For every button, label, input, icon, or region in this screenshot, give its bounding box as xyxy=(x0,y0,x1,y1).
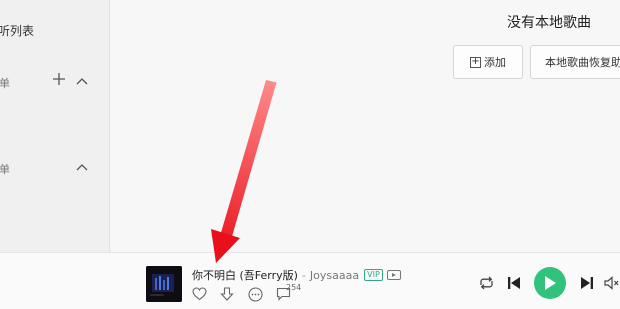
heart-icon[interactable] xyxy=(190,285,208,303)
song-artist[interactable]: Joysaaaa xyxy=(310,269,359,282)
next-track-icon[interactable] xyxy=(578,275,596,291)
chevron-up-icon[interactable] xyxy=(76,74,88,89)
comment-count: 254 xyxy=(286,283,302,292)
vip-badge: VIP xyxy=(364,269,383,281)
sidebar-item-created-playlists[interactable]: 歌单 xyxy=(0,75,10,91)
sidebar-item-collected-playlists[interactable]: 歌单 xyxy=(0,161,10,177)
song-info: 你不明白 (吾Ferry版) - Joysaaaa VIP xyxy=(192,267,401,283)
album-cover[interactable] xyxy=(146,266,182,302)
sidebar: 听列表 歌单 歌单 xyxy=(0,0,110,252)
main-content xyxy=(111,0,620,252)
sidebar-item-label: 听列表 xyxy=(0,24,35,38)
download-icon[interactable] xyxy=(218,285,236,303)
sidebar-item-label: 歌单 xyxy=(0,163,10,176)
chevron-up-icon[interactable] xyxy=(76,160,88,175)
sidebar-item-play-list[interactable]: 听列表 xyxy=(0,22,34,39)
add-playlist-icon[interactable] xyxy=(53,73,65,88)
local-restore-button[interactable]: 本地歌曲恢复助 xyxy=(530,45,620,79)
song-title[interactable]: 你不明白 (吾Ferry版) xyxy=(192,267,298,283)
song-separator: - xyxy=(301,268,306,282)
page-title: 没有本地歌曲 xyxy=(507,15,591,31)
play-button[interactable] xyxy=(534,267,566,299)
add-icon: + xyxy=(470,56,481,68)
previous-track-icon[interactable] xyxy=(505,275,523,291)
mv-icon[interactable] xyxy=(386,270,401,280)
local-restore-button-label: 本地歌曲恢复助 xyxy=(545,56,620,69)
add-button[interactable]: + 添加 xyxy=(453,45,523,79)
loop-icon[interactable] xyxy=(477,275,495,291)
add-button-label: 添加 xyxy=(484,56,506,69)
sidebar-item-label: 歌单 xyxy=(0,77,10,90)
player-bar: 你不明白 (吾Ferry版) - Joysaaaa VIP 254 xyxy=(0,252,620,309)
more-icon[interactable] xyxy=(246,285,264,303)
volume-icon[interactable] xyxy=(604,275,620,291)
